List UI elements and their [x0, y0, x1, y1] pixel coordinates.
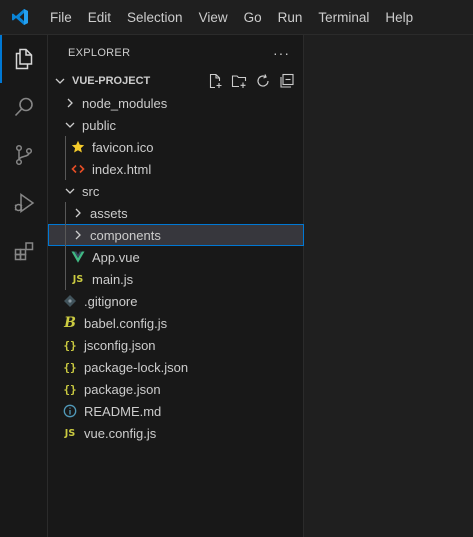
- menu-view[interactable]: View: [191, 0, 236, 35]
- chevron-down-icon: [52, 73, 68, 89]
- file-vue-config-js[interactable]: JS vue.config.js: [48, 422, 304, 444]
- file-favicon-ico[interactable]: favicon.ico: [48, 136, 304, 158]
- file-jsconfig-json[interactable]: {} jsconfig.json: [48, 334, 304, 356]
- refresh-icon[interactable]: [253, 72, 272, 90]
- file-gitignore[interactable]: .gitignore: [48, 290, 304, 312]
- indent-guide: [65, 136, 66, 158]
- tree-item-label: index.html: [92, 161, 152, 177]
- folder-src[interactable]: src: [48, 180, 304, 202]
- menu-terminal[interactable]: Terminal: [310, 0, 377, 35]
- menu-bar: File Edit Selection View Go Run Terminal Help: [42, 0, 421, 35]
- ico-file-icon: [70, 139, 86, 155]
- file-index-html[interactable]: index.html: [48, 158, 304, 180]
- vue-file-icon: [70, 249, 86, 265]
- tree-item-label: favicon.ico: [92, 139, 154, 155]
- file-app-vue[interactable]: App.vue: [48, 246, 304, 268]
- menu-selection[interactable]: Selection: [119, 0, 191, 35]
- js-file-icon: JS: [72, 273, 84, 285]
- file-tree: node_modulespublic favicon.ico index.html s…: [48, 92, 304, 444]
- json-file-icon: {}: [63, 360, 77, 374]
- tree-item-label: README.md: [84, 403, 162, 419]
- file-readme-md[interactable]: README.md: [48, 400, 304, 422]
- file-package-lock-json[interactable]: {} package-lock.json: [48, 356, 304, 378]
- menu-edit[interactable]: Edit: [80, 0, 119, 35]
- tree-item-label: babel.config.js: [84, 315, 168, 331]
- tree-item-label: .gitignore: [84, 293, 138, 309]
- indent-guide: [65, 202, 66, 224]
- title-bar: File Edit Selection View Go Run Terminal Help: [0, 0, 473, 35]
- info-file-icon: [62, 403, 78, 419]
- search-icon[interactable]: [0, 83, 48, 131]
- json-file-icon: {}: [63, 338, 77, 352]
- new-file-icon[interactable]: [205, 72, 224, 90]
- tree-item-label: package.json: [84, 381, 161, 397]
- menu-go[interactable]: Go: [236, 0, 270, 35]
- indent-guide: [65, 224, 66, 246]
- folder-public[interactable]: public: [48, 114, 304, 136]
- section-actions: [205, 72, 296, 90]
- tree-item-label: jsconfig.json: [84, 337, 156, 353]
- source-control-icon[interactable]: [0, 131, 48, 179]
- sidebar-header: EXPLORER ···: [48, 35, 304, 70]
- menu-help[interactable]: Help: [377, 0, 421, 35]
- editor-area: [304, 35, 473, 537]
- explorer-sidebar: EXPLORER ··· VUE-PROJECT node_modules pu…: [48, 35, 304, 537]
- file-babel-config-js[interactable]: Bbabel.config.js: [48, 312, 304, 334]
- project-section-header[interactable]: VUE-PROJECT: [48, 70, 304, 92]
- activity-bar: [0, 35, 48, 537]
- vscode-logo-icon: [11, 8, 29, 26]
- tree-item-label: App.vue: [92, 249, 140, 265]
- tree-item-label: package-lock.json: [84, 359, 189, 375]
- collapse-all-icon[interactable]: [277, 72, 296, 90]
- tree-item-label: node_modules: [82, 95, 168, 111]
- extensions-icon[interactable]: [0, 227, 48, 275]
- folder-components[interactable]: components: [48, 224, 304, 246]
- babel-file-icon: B: [64, 315, 76, 331]
- html-file-icon: [70, 161, 86, 177]
- tree-item-label: components: [90, 227, 161, 243]
- json-file-icon: {}: [63, 382, 77, 396]
- js-file-icon: JS: [64, 427, 76, 439]
- folder-assets[interactable]: assets: [48, 202, 304, 224]
- project-title: VUE-PROJECT: [72, 75, 151, 87]
- folder-node-modules[interactable]: node_modules: [48, 92, 304, 114]
- chevron-down-icon: [62, 117, 78, 133]
- chevron-right-icon: [70, 205, 86, 221]
- indent-guide: [65, 246, 66, 268]
- run-debug-icon[interactable]: [0, 179, 48, 227]
- indent-guide: [65, 158, 66, 180]
- file-main-js[interactable]: JS main.js: [48, 268, 304, 290]
- explorer-icon[interactable]: [0, 35, 48, 83]
- tree-item-label: main.js: [92, 271, 134, 287]
- sidebar-title: EXPLORER: [68, 46, 131, 59]
- chevron-down-icon: [62, 183, 78, 199]
- chevron-right-icon: [70, 227, 86, 243]
- git-file-icon: [62, 293, 78, 309]
- chevron-right-icon: [62, 95, 78, 111]
- tree-item-label: public: [82, 117, 116, 133]
- menu-file[interactable]: File: [42, 0, 80, 35]
- new-folder-icon[interactable]: [229, 72, 248, 90]
- tree-item-label: assets: [90, 205, 128, 221]
- tree-item-label: src: [82, 183, 100, 199]
- file-package-json[interactable]: {} package.json: [48, 378, 304, 400]
- more-actions-button[interactable]: ···: [273, 45, 290, 61]
- indent-guide: [65, 268, 66, 290]
- tree-item-label: vue.config.js: [84, 425, 157, 441]
- menu-run[interactable]: Run: [270, 0, 311, 35]
